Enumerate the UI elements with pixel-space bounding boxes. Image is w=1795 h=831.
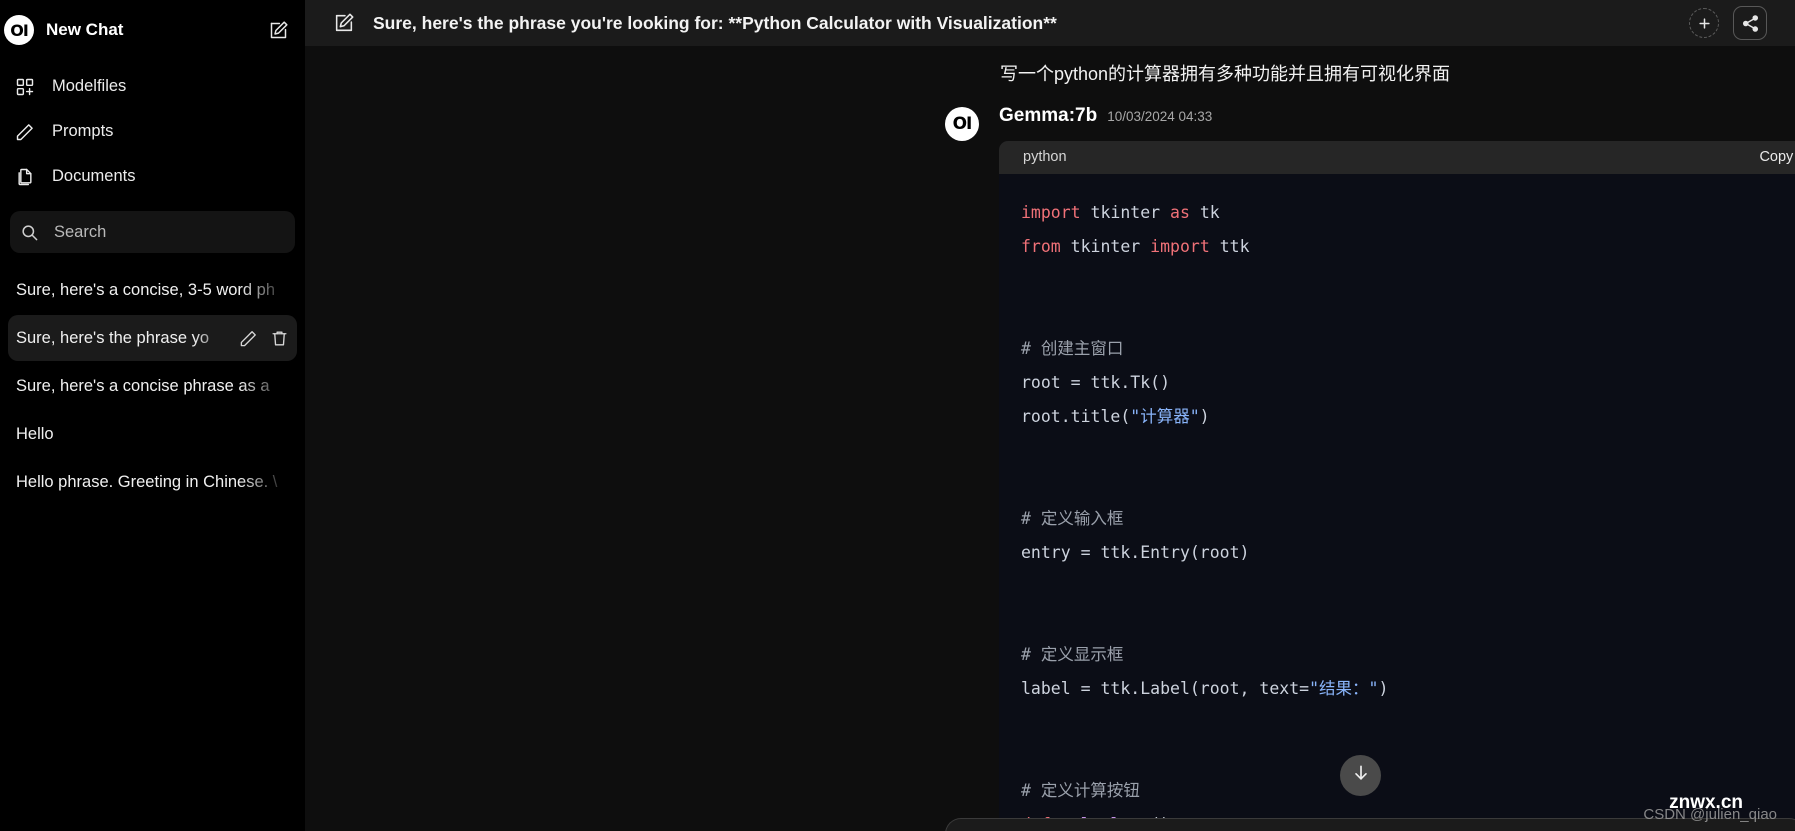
message-composer[interactable] bbox=[945, 818, 1795, 831]
sidebar-nav: Modelfiles Prompts Documents bbox=[0, 60, 305, 207]
sidebar-item-label: Documents bbox=[52, 167, 136, 185]
sidebar: OI New Chat Modelfiles Prompts Documents… bbox=[0, 0, 325, 831]
app-root: OI New Chat Modelfiles Prompts Documents… bbox=[0, 0, 1795, 831]
grid-plus-icon bbox=[14, 76, 36, 98]
top-bar: Sure, here's the phrase you're looking f… bbox=[305, 0, 1795, 46]
code-line: import tkinter as tk bbox=[1021, 203, 1220, 223]
chat-title: Sure, here's a concise, 3-5 word ph bbox=[16, 280, 276, 299]
search-input[interactable]: Search bbox=[10, 211, 295, 253]
code-line: label = ttk.Label(root, text="结果：") bbox=[1021, 678, 1389, 698]
code-line: # 创建主窗口 bbox=[1021, 339, 1124, 359]
avatar: OI bbox=[945, 107, 979, 142]
chat-title: Hello bbox=[16, 424, 54, 443]
edit-square-icon[interactable] bbox=[333, 12, 355, 34]
sidebar-header: OI New Chat bbox=[0, 0, 305, 60]
conversation: 写一个python的计算器拥有多种功能并且拥有可视化界面 OI Gemma:7b… bbox=[305, 46, 1795, 831]
assistant-message: OI Gemma:7b 10/03/2024 04:33 python Copy… bbox=[305, 105, 1795, 831]
code-block-header: python Copy Code bbox=[999, 141, 1795, 175]
user-message: 写一个python的计算器拥有多种功能并且拥有可视化界面 bbox=[1000, 64, 1451, 84]
edit-square-icon[interactable] bbox=[268, 20, 289, 41]
message-timestamp: 10/03/2024 04:33 bbox=[1107, 109, 1213, 125]
search-placeholder: Search bbox=[54, 222, 107, 241]
sidebar-item-documents[interactable]: Documents bbox=[0, 154, 305, 199]
new-chat-label[interactable]: New Chat bbox=[46, 20, 256, 40]
chat-history-item[interactable]: Hello bbox=[8, 411, 297, 457]
share-icon[interactable] bbox=[1733, 6, 1767, 40]
page-title: Sure, here's the phrase you're looking f… bbox=[373, 12, 1057, 33]
chat-history-item[interactable]: Hello phrase. Greeting in Chinese. \ bbox=[8, 459, 297, 505]
scroll-to-bottom-button[interactable] bbox=[1340, 755, 1381, 796]
code-language-label: python bbox=[1023, 149, 1067, 166]
pencil-icon bbox=[14, 121, 36, 143]
chat-title: Sure, here's a concise phrase as a bbox=[16, 376, 270, 395]
model-name: Gemma:7b bbox=[999, 105, 1098, 127]
chat-history-list: Sure, here's a concise, 3-5 word ph Sure… bbox=[0, 259, 305, 831]
code-line: root.title("计算器") bbox=[1021, 407, 1210, 427]
code-block: python Copy Code import tkinter as tk fro… bbox=[999, 141, 1795, 831]
chat-title: Hello phrase. Greeting in Chinese. \ bbox=[16, 472, 278, 491]
chat-title: Sure, here's the phrase yo bbox=[16, 328, 210, 347]
sidebar-item-label: Modelfiles bbox=[52, 77, 127, 95]
trash-icon[interactable] bbox=[270, 329, 289, 348]
code-content: import tkinter as tk from tkinter import … bbox=[999, 174, 1795, 831]
pencil-icon[interactable] bbox=[239, 329, 258, 348]
sidebar-item-modelfiles[interactable]: Modelfiles bbox=[0, 64, 305, 109]
copy-code-button[interactable]: Copy Code bbox=[1759, 149, 1795, 165]
sidebar-item-prompts[interactable]: Prompts bbox=[0, 109, 305, 154]
chat-history-item[interactable]: Sure, here's a concise phrase as a bbox=[8, 363, 297, 409]
assistant-body: Gemma:7b 10/03/2024 04:33 python Copy Co… bbox=[999, 105, 1795, 831]
top-bar-left: Sure, here's the phrase you're looking f… bbox=[333, 12, 1675, 34]
sidebar-item-label: Prompts bbox=[52, 122, 114, 140]
code-line: root = ttk.Tk() bbox=[1021, 373, 1171, 393]
code-line: entry = ttk.Entry(root) bbox=[1021, 543, 1250, 563]
code-line: from tkinter import ttk bbox=[1021, 237, 1250, 257]
main-content: Sure, here's the phrase you're looking f… bbox=[305, 0, 1795, 831]
code-line: # 定义计算按钮 bbox=[1021, 780, 1140, 800]
code-line: # 定义显示框 bbox=[1021, 644, 1124, 664]
chat-item-actions bbox=[233, 329, 289, 348]
search-icon bbox=[18, 221, 40, 243]
top-bar-actions bbox=[1689, 6, 1767, 40]
chat-history-item-selected[interactable]: Sure, here's the phrase yo bbox=[8, 315, 297, 361]
plus-circle-icon[interactable] bbox=[1689, 8, 1719, 38]
arrow-down-icon bbox=[1351, 763, 1371, 788]
chat-history-item[interactable]: Sure, here's a concise, 3-5 word ph bbox=[8, 267, 297, 313]
assistant-meta: Gemma:7b 10/03/2024 04:33 bbox=[999, 105, 1795, 127]
code-line: # 定义输入框 bbox=[1021, 509, 1124, 529]
documents-icon bbox=[14, 166, 36, 188]
app-logo: OI bbox=[4, 15, 34, 45]
